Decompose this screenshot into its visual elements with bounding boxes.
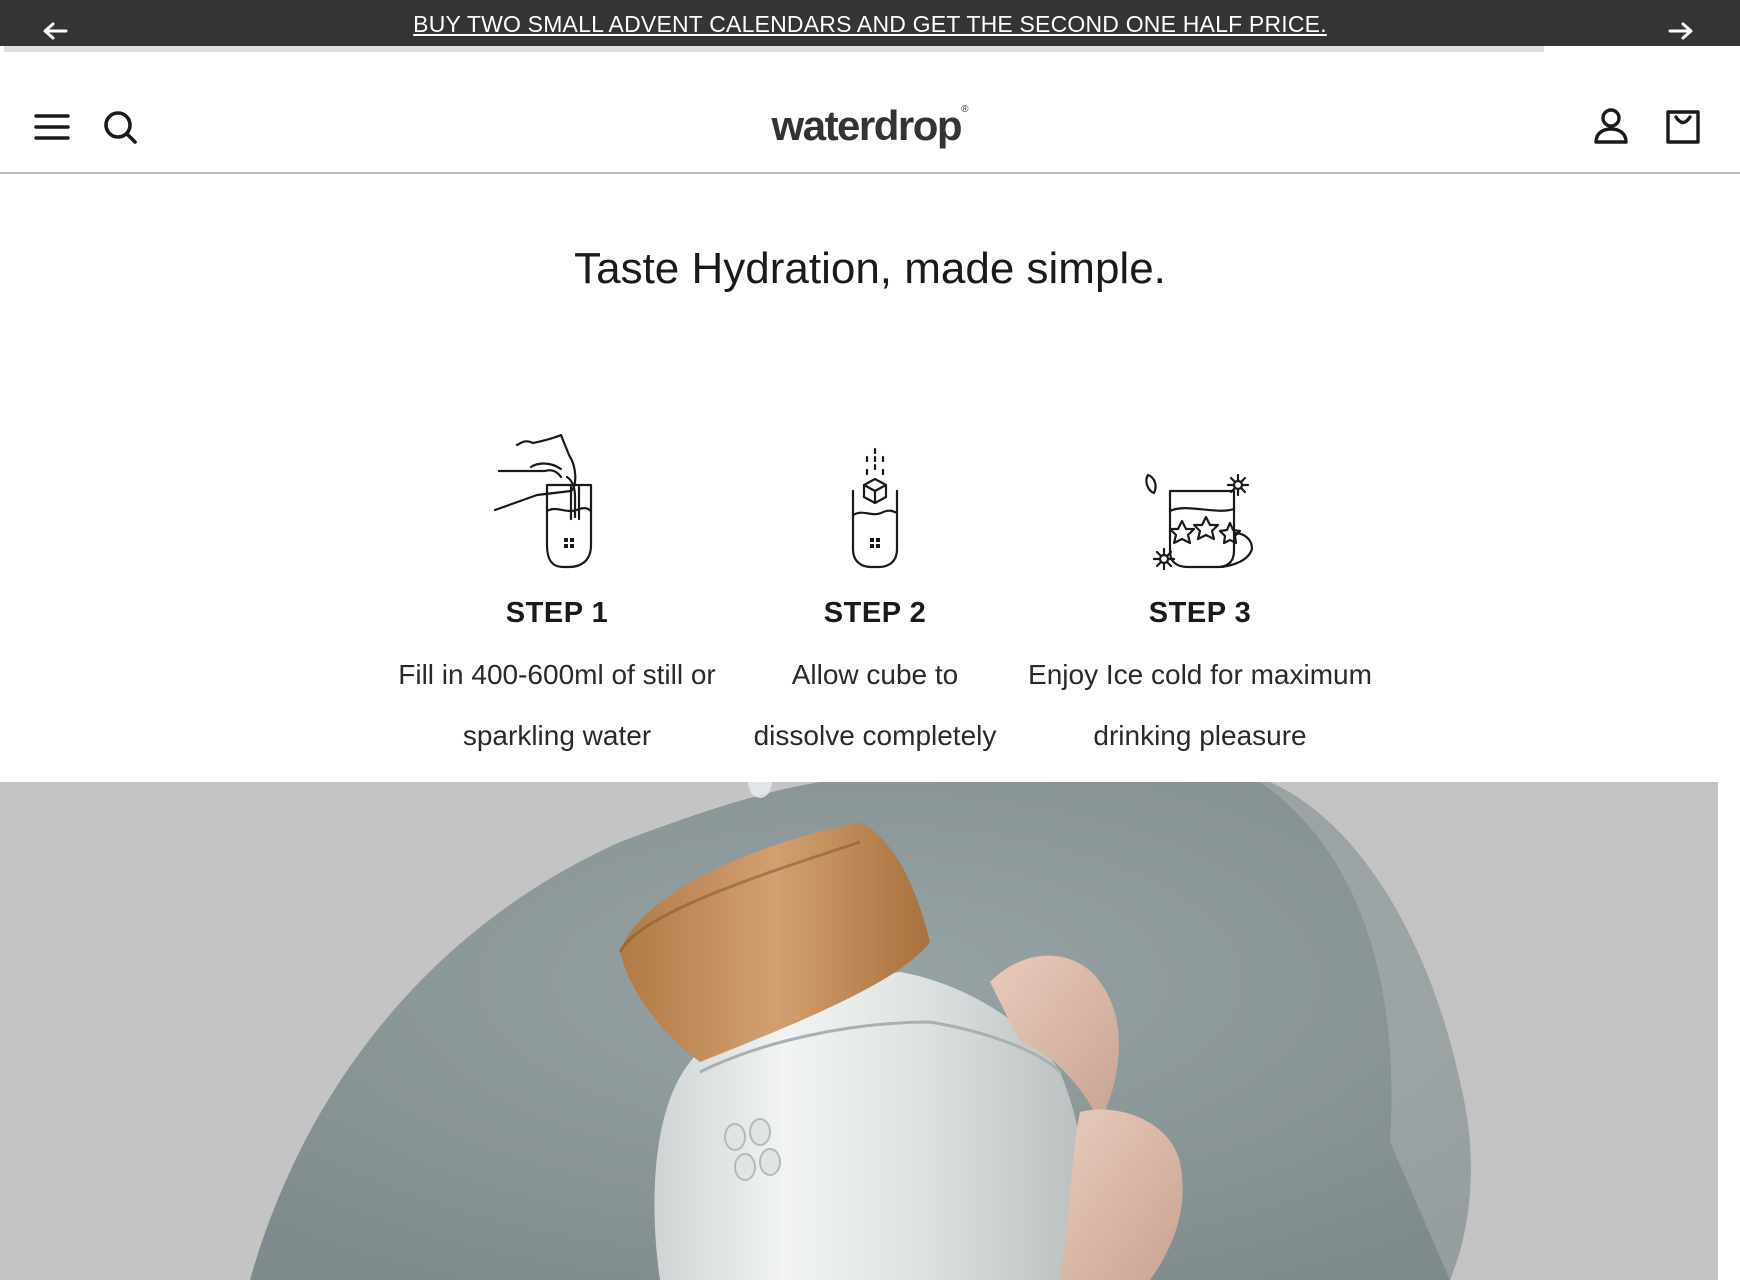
step-1: STEP 1 Fill in 400-600ml of still or spa… xyxy=(377,425,737,766)
cart-icon[interactable] xyxy=(1663,106,1703,146)
step-description-line: Enjoy Ice cold for maximum xyxy=(1028,659,1372,690)
step-description: Enjoy Ice cold for maximum drinking plea… xyxy=(1020,644,1380,766)
step-description-line: sparkling water xyxy=(462,720,652,751)
step-2: STEP 2 Allow cube to dissolve completely xyxy=(695,425,1055,766)
step-label: STEP 2 xyxy=(823,597,927,629)
site-header: waterdrop® xyxy=(0,52,1740,174)
bottle-hand-photo xyxy=(0,782,1718,1280)
step-label: STEP 1 xyxy=(505,597,609,629)
logo[interactable]: waterdrop® xyxy=(0,102,1740,150)
step-description-line: dissolve completely xyxy=(753,720,997,751)
step-description: Fill in 400-600ml of still or sparkling … xyxy=(377,644,737,766)
pouring-water-icon xyxy=(493,433,593,569)
drink-enjoy-icon xyxy=(1145,473,1254,571)
step-label: STEP 3 xyxy=(1148,597,1252,629)
account-icon[interactable] xyxy=(1591,106,1631,146)
step-3: STEP 3 Enjoy Ice cold for maximum drinki… xyxy=(1020,425,1380,766)
step-description-line: Fill in 400-600ml of still or xyxy=(398,659,716,690)
hero-image xyxy=(0,782,1718,1280)
cube-dissolve-icon xyxy=(851,447,899,569)
logo-registered-mark: ® xyxy=(961,104,969,115)
step-description: Allow cube to dissolve completely xyxy=(695,644,1055,766)
arrow-right-icon[interactable] xyxy=(1668,22,1694,40)
promo-link[interactable]: BUY TWO SMALL ADVENT CALENDARS AND GET T… xyxy=(0,11,1740,38)
step-description-line: drinking pleasure xyxy=(1093,720,1307,751)
step-description-line: Allow cube to xyxy=(791,659,959,690)
section-title: Taste Hydration, made simple. xyxy=(574,244,1166,293)
promo-bar: BUY TWO SMALL ADVENT CALENDARS AND GET T… xyxy=(0,0,1740,46)
logo-text: waterdrop xyxy=(771,102,963,149)
